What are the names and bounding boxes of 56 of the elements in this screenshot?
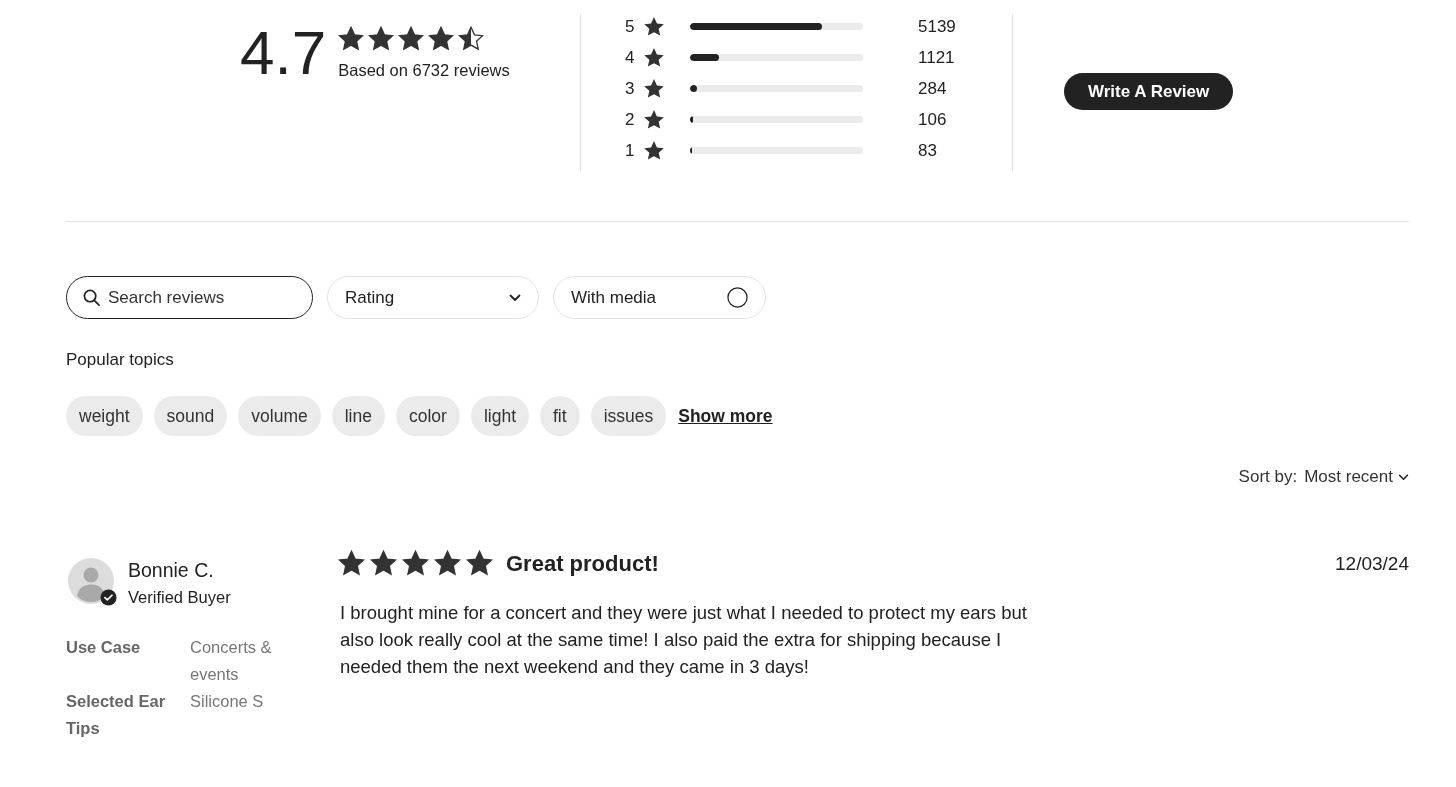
star-icon: [338, 550, 365, 577]
review-date: 12/03/24: [1335, 552, 1409, 576]
section-heading: Popular topics: [66, 349, 174, 371]
write-review-button[interactable]: Write A Review: [1064, 73, 1234, 110]
topic-chip[interactable]: sound: [153, 396, 228, 436]
chevron-down-icon: [1398, 473, 1409, 481]
star-icon: [398, 26, 425, 52]
verified-label: Verified Buyer: [128, 587, 231, 608]
topic-chip[interactable]: volume: [238, 396, 321, 436]
search-icon: [83, 289, 100, 306]
rating-count: 284: [918, 78, 947, 99]
topic-chip[interactable]: weight: [66, 396, 143, 436]
topic-chip[interactable]: fit: [540, 396, 580, 436]
attribute-value: Silicone S: [190, 691, 265, 712]
star-icon: [466, 550, 493, 577]
rating-dropdown[interactable]: Rating: [327, 276, 539, 319]
star-icon: [643, 139, 665, 162]
review-text: I brought mine for a concert and they were just what I needed to protect my ears but also look really cool at the same time! I also paid the extra for shipping because I needed them the next weekend and they came in 3 days!: [340, 601, 1028, 679]
search-field[interactable]: Search reviews: [66, 276, 313, 319]
rating-count: 106: [918, 109, 947, 130]
sort-label: Sort by:: [1238, 467, 1298, 487]
sort-dropdown[interactable]: Most recent: [1304, 467, 1409, 487]
review-title: Great product!: [506, 550, 659, 577]
chevron-down-icon: [509, 293, 521, 302]
topic-chip[interactable]: line: [331, 396, 385, 436]
rating-count: 1121: [918, 47, 955, 68]
star-icon: [643, 46, 665, 69]
star-icon: [370, 550, 397, 577]
topic-chip[interactable]: issues: [590, 396, 667, 436]
rating-count: 83: [918, 140, 937, 161]
attribute-label: Use Case: [66, 637, 142, 658]
star-icon: [402, 550, 429, 577]
average-rating: 4.7: [240, 22, 327, 84]
star-level-label: 3: [625, 78, 636, 99]
rating-count: 5139: [918, 16, 956, 37]
star-icon: [368, 26, 395, 52]
star-icon: [434, 550, 461, 577]
star-level-label: 2: [625, 109, 636, 130]
review-count: Based on 6732 reviews: [338, 60, 510, 80]
topic-chip[interactable]: light: [470, 396, 529, 436]
reviewer-name: Bonnie C.: [128, 558, 214, 582]
star-icon: [643, 15, 665, 38]
star-icon: [338, 26, 365, 52]
star-level-label: 4: [625, 47, 636, 68]
star-level-label: 5: [625, 16, 636, 37]
show-more-link[interactable]: Show more: [678, 405, 773, 427]
attribute-value: Concerts & events: [190, 637, 273, 685]
attribute-label: Selected Ear Tips: [66, 691, 167, 739]
avatar-icon: [68, 558, 114, 604]
media-filter-toggle[interactable]: With media: [553, 276, 766, 319]
star-icon: [643, 108, 665, 131]
star-icon: [643, 77, 665, 100]
star-icon: [458, 26, 485, 52]
topic-chip[interactable]: color: [395, 396, 460, 436]
star-level-label: 1: [625, 140, 636, 161]
star-icon: [428, 26, 455, 52]
